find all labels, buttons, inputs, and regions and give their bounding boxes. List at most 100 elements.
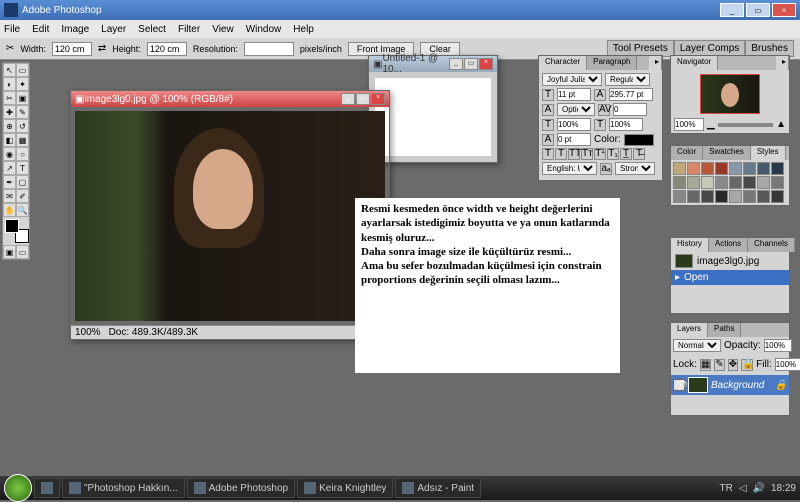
menu-filter[interactable]: Filter: [178, 24, 200, 35]
menu-view[interactable]: View: [212, 24, 234, 35]
lasso-tool[interactable]: ◐: [3, 77, 16, 91]
notes-tool[interactable]: ✉: [3, 189, 16, 203]
document-window-main[interactable]: ▣ image3lg0.jpg @ 100% (RGB/8#) _▭× 100%…: [70, 90, 390, 340]
panel-menu-icon[interactable]: ▸: [649, 56, 662, 70]
slice-tool[interactable]: ▣: [16, 91, 29, 105]
baseline-input[interactable]: [557, 133, 591, 146]
style-swatch[interactable]: [673, 176, 686, 189]
tracking-input[interactable]: [613, 103, 647, 116]
strike-icon[interactable]: T̶: [633, 148, 645, 160]
menu-layer[interactable]: Layer: [101, 24, 126, 35]
minimize-button[interactable]: _: [720, 3, 744, 17]
style-swatch[interactable]: [701, 162, 714, 175]
style-swatch[interactable]: [743, 190, 756, 203]
style-swatch[interactable]: [757, 176, 770, 189]
lock-trans-icon[interactable]: ▦: [700, 359, 711, 371]
menu-image[interactable]: Image: [61, 24, 89, 35]
brush-tool[interactable]: ✎: [16, 105, 29, 119]
style-swatch[interactable]: [757, 190, 770, 203]
eyedropper-tool[interactable]: ✐: [16, 189, 29, 203]
nav-zoom-input[interactable]: [674, 118, 704, 131]
tab-paragraph[interactable]: Paragraph: [587, 56, 637, 70]
fill-input[interactable]: [775, 358, 800, 371]
tab-color[interactable]: Color: [671, 146, 703, 160]
zoom-level[interactable]: 100%: [75, 327, 101, 338]
lock-all-icon[interactable]: 🔒: [741, 359, 753, 371]
tab-swatches[interactable]: Swatches: [703, 146, 751, 160]
style-swatch[interactable]: [701, 176, 714, 189]
task-photoshop-help[interactable]: "Photoshop Hakkın...: [62, 478, 185, 498]
gradient-tool[interactable]: ▦: [16, 133, 29, 147]
doc-sub-min[interactable]: _: [449, 58, 463, 70]
tab-actions[interactable]: Actions: [709, 238, 748, 252]
style-swatch[interactable]: [757, 162, 770, 175]
path-tool[interactable]: ↗: [3, 161, 16, 175]
style-swatch[interactable]: [771, 162, 784, 175]
visibility-icon[interactable]: 👁: [673, 379, 685, 391]
eraser-tool[interactable]: ◧: [3, 133, 16, 147]
type-tool[interactable]: T: [16, 161, 29, 175]
color-swatch[interactable]: [5, 219, 29, 243]
kerning-select[interactable]: Optical: [557, 103, 595, 116]
tab-channels[interactable]: Channels: [748, 238, 795, 252]
move-tool[interactable]: ↖: [3, 63, 16, 77]
wand-tool[interactable]: ✦: [16, 77, 29, 91]
task-keira[interactable]: Keira Knightley: [297, 478, 393, 498]
style-swatch[interactable]: [715, 190, 728, 203]
tray-time[interactable]: 18:29: [771, 483, 796, 494]
style-swatch[interactable]: [715, 162, 728, 175]
shape-tool[interactable]: ▢: [16, 175, 29, 189]
tray-icon[interactable]: ◁: [739, 483, 747, 494]
caps-icon[interactable]: TT: [568, 148, 580, 160]
history-brush-tool[interactable]: ↺: [16, 119, 29, 133]
stamp-tool[interactable]: ⊕: [3, 119, 16, 133]
smallcaps-icon[interactable]: Tᴛ: [581, 148, 593, 160]
maximize-button[interactable]: ▭: [746, 3, 770, 17]
style-swatch[interactable]: [729, 162, 742, 175]
zoom-in-icon[interactable]: ▲: [776, 119, 786, 130]
bold-icon[interactable]: T: [542, 148, 554, 160]
style-swatch[interactable]: [673, 162, 686, 175]
crop-tool[interactable]: ✂: [3, 91, 16, 105]
quick-launch[interactable]: [34, 478, 60, 498]
height-input[interactable]: [147, 42, 187, 56]
opacity-input[interactable]: [764, 339, 792, 352]
tab-history[interactable]: History: [671, 238, 709, 252]
width-input[interactable]: [52, 42, 92, 56]
layer-background[interactable]: 👁Background🔒: [671, 375, 789, 395]
tab-navigator[interactable]: Navigator: [671, 56, 718, 70]
lock-pos-icon[interactable]: ✥: [728, 359, 738, 371]
screenmode-tool[interactable]: ▭: [16, 245, 29, 259]
style-swatch[interactable]: [715, 176, 728, 189]
style-swatch[interactable]: [743, 162, 756, 175]
style-swatch[interactable]: [743, 176, 756, 189]
menu-file[interactable]: File: [4, 24, 20, 35]
zoom-out-icon[interactable]: ▁: [707, 119, 715, 130]
style-swatch[interactable]: [687, 162, 700, 175]
style-swatch[interactable]: [771, 190, 784, 203]
swap-icon[interactable]: ⇄: [98, 43, 106, 54]
style-swatch[interactable]: [701, 190, 714, 203]
vscale-input[interactable]: [557, 118, 591, 131]
layers-panel[interactable]: LayersPaths NormalOpacity: Lock:▦✎✥🔒Fill…: [670, 322, 790, 416]
menu-window[interactable]: Window: [246, 24, 282, 35]
style-swatch[interactable]: [673, 190, 686, 203]
history-panel[interactable]: HistoryActionsChannels image3lg0.jpg ▸Op…: [670, 237, 790, 314]
doc-sub-close[interactable]: ×: [479, 58, 493, 70]
task-paint[interactable]: Adsız - Paint: [395, 478, 481, 498]
hand-tool[interactable]: ✋: [3, 203, 16, 217]
underline-icon[interactable]: T̲: [620, 148, 632, 160]
tab-styles[interactable]: Styles: [751, 146, 786, 160]
history-step-open[interactable]: ▸Open: [671, 270, 789, 285]
pen-tool[interactable]: ✒: [3, 175, 16, 189]
style-swatch[interactable]: [729, 190, 742, 203]
history-snapshot[interactable]: image3lg0.jpg: [671, 252, 789, 270]
font-style-select[interactable]: Regular: [605, 73, 650, 86]
canvas-image[interactable]: [75, 111, 385, 321]
menu-help[interactable]: Help: [293, 24, 314, 35]
text-color-swatch[interactable]: [624, 134, 654, 146]
blur-tool[interactable]: ◉: [3, 147, 16, 161]
blend-mode-select[interactable]: Normal: [673, 339, 721, 352]
doc-main-close[interactable]: ×: [371, 93, 385, 105]
close-button[interactable]: ×: [772, 3, 796, 17]
